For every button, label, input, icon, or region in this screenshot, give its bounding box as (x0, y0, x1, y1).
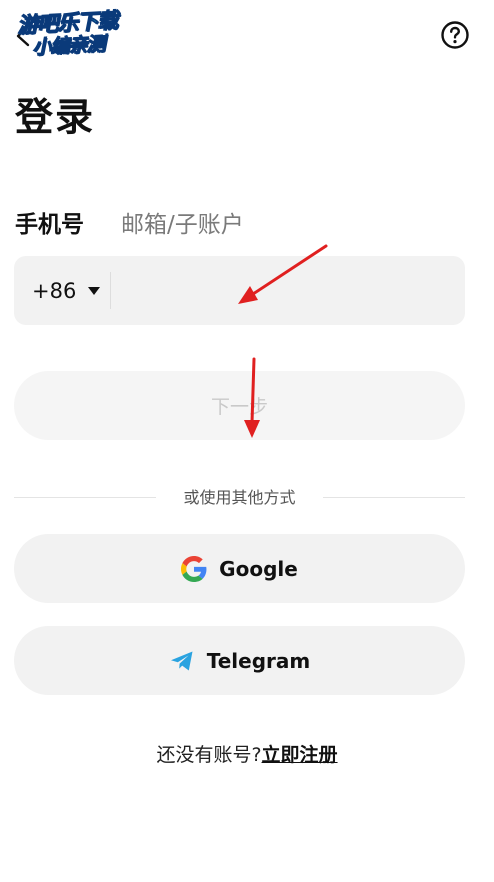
country-code-select[interactable]: +86 (32, 256, 101, 325)
help-button[interactable] (440, 20, 470, 50)
telegram-login-button[interactable]: Telegram (14, 626, 465, 695)
login-method-tabs: 手机号 邮箱/子账户 (15, 205, 244, 245)
google-login-label: Google (219, 556, 298, 581)
register-prompt: 还没有账号? (156, 744, 262, 766)
alt-login-label: 或使用其他方式 (183, 488, 296, 507)
telegram-login-label: Telegram (206, 648, 311, 673)
phone-field: +86 (14, 256, 465, 325)
page-title: 登录 (15, 95, 96, 139)
caret-down-icon (88, 286, 101, 295)
register-link[interactable]: 立即注册 (262, 744, 338, 766)
field-divider (110, 272, 111, 309)
tab-phone[interactable]: 手机号 (15, 207, 84, 243)
tab-email-subaccount[interactable]: 邮箱/子账户 (121, 207, 244, 243)
country-code-value: +86 (32, 278, 77, 303)
top-bar: 游吧乐下载 小编亲测 (0, 0, 494, 70)
question-circle-icon (441, 21, 469, 49)
telegram-icon (169, 648, 195, 674)
register-row: 还没有账号?立即注册 (0, 740, 494, 770)
alt-login-divider: 或使用其他方式 (14, 486, 465, 510)
divider-rule-right (323, 497, 465, 498)
phone-number-input[interactable] (118, 266, 457, 317)
watermark-logo: 游吧乐下载 小编亲测 (16, 7, 155, 70)
google-login-button[interactable]: Google (14, 534, 465, 603)
next-button[interactable]: 下一步 (14, 371, 465, 440)
google-icon (181, 555, 207, 582)
